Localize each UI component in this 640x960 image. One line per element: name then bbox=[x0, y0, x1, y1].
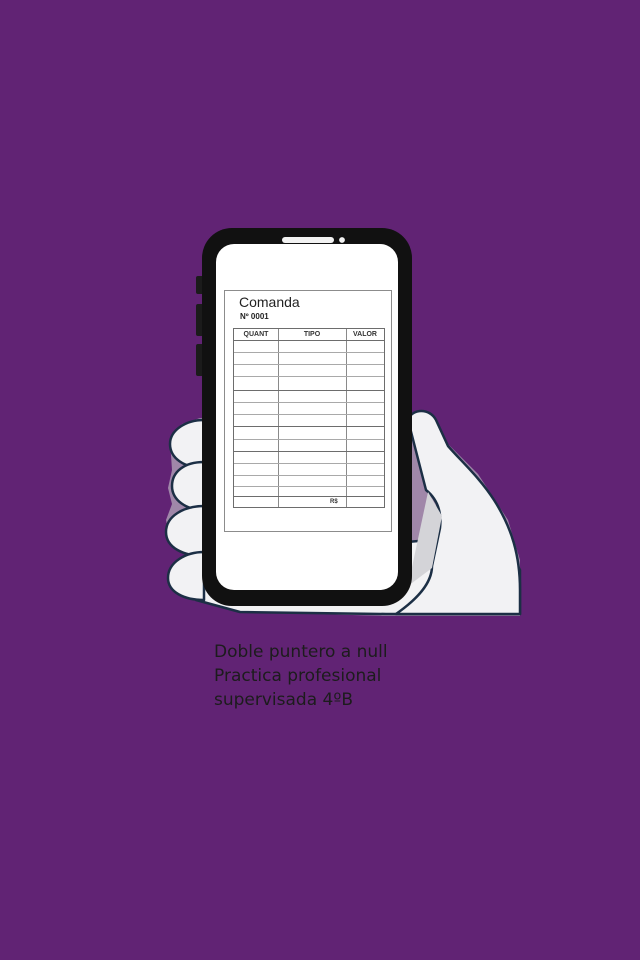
caption-line-course: Practica profesional bbox=[214, 666, 382, 686]
table-row-line bbox=[234, 486, 384, 487]
table-row-line bbox=[234, 439, 384, 440]
column-header-type: TIPO bbox=[303, 331, 321, 338]
header-divider bbox=[234, 340, 384, 341]
table-row-line bbox=[234, 414, 384, 415]
table-row-line bbox=[234, 451, 384, 452]
table-row-line bbox=[234, 426, 384, 427]
receipt-number: Nº 0001 bbox=[240, 312, 269, 321]
column-divider bbox=[278, 329, 279, 507]
caption: Doble puntero a null Practica profesiona… bbox=[214, 640, 514, 712]
camera-icon bbox=[338, 236, 346, 244]
column-divider bbox=[346, 329, 347, 507]
table-row-line bbox=[234, 376, 384, 377]
table-row-line bbox=[234, 390, 384, 391]
table-row-line bbox=[234, 463, 384, 464]
caption-line-group: supervisada 4ºB bbox=[214, 690, 354, 710]
table-row-line bbox=[234, 352, 384, 353]
receipt-title: Comanda bbox=[239, 294, 300, 310]
receipt-table: QUANT TIPO VALOR R$ bbox=[233, 328, 385, 508]
table-row-line bbox=[234, 475, 384, 476]
caption-line-team: Doble puntero a null bbox=[214, 642, 388, 662]
table-row-line bbox=[234, 402, 384, 403]
column-header-quantity: QUANT bbox=[243, 331, 269, 338]
column-header-value: VALOR bbox=[353, 331, 377, 338]
splash-screen: Comanda Nº 0001 QUANT TIPO VALOR R$ Dobl… bbox=[0, 0, 640, 960]
order-receipt: Comanda Nº 0001 QUANT TIPO VALOR R$ bbox=[224, 290, 392, 532]
total-currency-label: R$ bbox=[330, 499, 338, 505]
total-row-line bbox=[234, 496, 384, 497]
table-row-line bbox=[234, 364, 384, 365]
